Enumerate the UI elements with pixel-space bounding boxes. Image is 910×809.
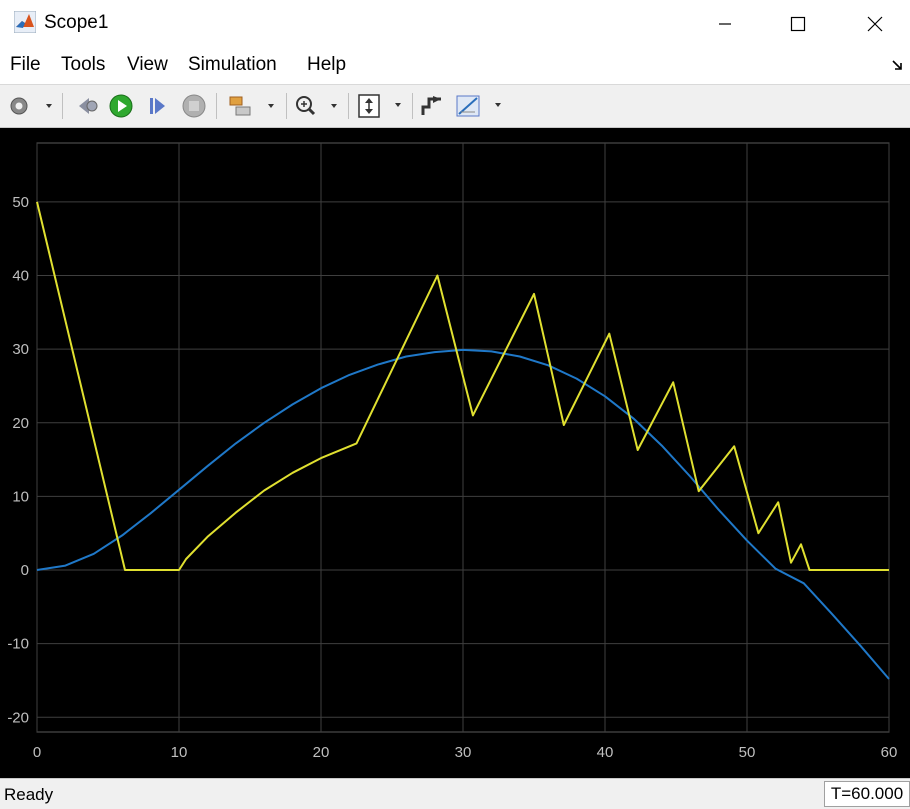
layout-button[interactable] — [224, 91, 280, 121]
menu-tools[interactable]: Tools — [61, 54, 105, 76]
gear-icon — [10, 97, 52, 115]
x-tick-label: 40 — [597, 744, 614, 761]
settings-button[interactable] — [6, 91, 56, 121]
step-back-button[interactable] — [70, 91, 102, 121]
stop-icon — [182, 94, 206, 118]
title-bar: Scope1 — [0, 0, 910, 48]
run-icon — [109, 94, 133, 118]
y-tick-label: 50 — [12, 194, 29, 211]
scope-display[interactable]: 0 10 20 30 40 50 60 -20 -10 0 10 20 30 40 50 — [0, 128, 910, 778]
step-forward-icon — [150, 98, 165, 114]
step-back-icon — [79, 98, 98, 114]
triggers-icon — [421, 96, 441, 115]
x-tick-label: 60 — [881, 744, 898, 761]
stop-button[interactable] — [178, 91, 210, 121]
x-tick-label: 20 — [313, 744, 330, 761]
layout-icon — [229, 96, 274, 116]
scope-plot[interactable]: 0 10 20 30 40 50 60 -20 -10 0 10 20 30 40 50 — [0, 128, 910, 778]
matlab-logo-icon — [14, 11, 36, 33]
window-title: Scope1 — [44, 12, 109, 33]
y-tick-label: -20 — [7, 709, 29, 726]
dock-arrow-icon[interactable] — [890, 58, 904, 72]
zoom-button[interactable] — [292, 91, 342, 121]
close-icon — [867, 16, 883, 32]
fit-axes-button[interactable] — [354, 91, 406, 121]
toolbar — [0, 85, 910, 128]
run-button[interactable] — [106, 91, 136, 121]
menu-simulation[interactable]: Simulation — [188, 54, 277, 76]
measure-button[interactable] — [452, 91, 506, 121]
menu-bar: File Tools View Simulation Help — [0, 48, 910, 85]
x-tick-label: 10 — [171, 744, 188, 761]
x-tick-label: 0 — [33, 744, 41, 761]
measure-icon — [456, 95, 501, 117]
minimize-icon — [719, 23, 731, 25]
zoom-icon — [296, 96, 337, 116]
y-tick-label: 20 — [12, 415, 29, 432]
menu-help[interactable]: Help — [307, 54, 346, 76]
y-tick-label: 10 — [12, 488, 29, 505]
y-tick-label: 30 — [12, 341, 29, 358]
menu-view[interactable]: View — [127, 54, 168, 76]
y-tick-label: 40 — [12, 268, 29, 285]
status-text: Ready — [4, 785, 54, 804]
maximize-icon — [790, 16, 806, 32]
x-tick-label: 30 — [455, 744, 472, 761]
triggers-button[interactable] — [416, 91, 448, 121]
simulation-time: T=60.000 — [824, 781, 910, 807]
step-forward-button[interactable] — [142, 91, 174, 121]
minimize-button[interactable] — [702, 0, 748, 48]
maximize-button[interactable] — [775, 0, 821, 48]
menu-file[interactable]: File — [10, 54, 41, 76]
fit-axes-icon — [358, 94, 401, 118]
y-tick-label: 0 — [21, 562, 29, 579]
y-tick-label: -10 — [7, 636, 29, 653]
close-button[interactable] — [852, 0, 898, 48]
status-bar: Ready T=60.000 — [0, 778, 910, 809]
x-tick-label: 50 — [739, 744, 756, 761]
